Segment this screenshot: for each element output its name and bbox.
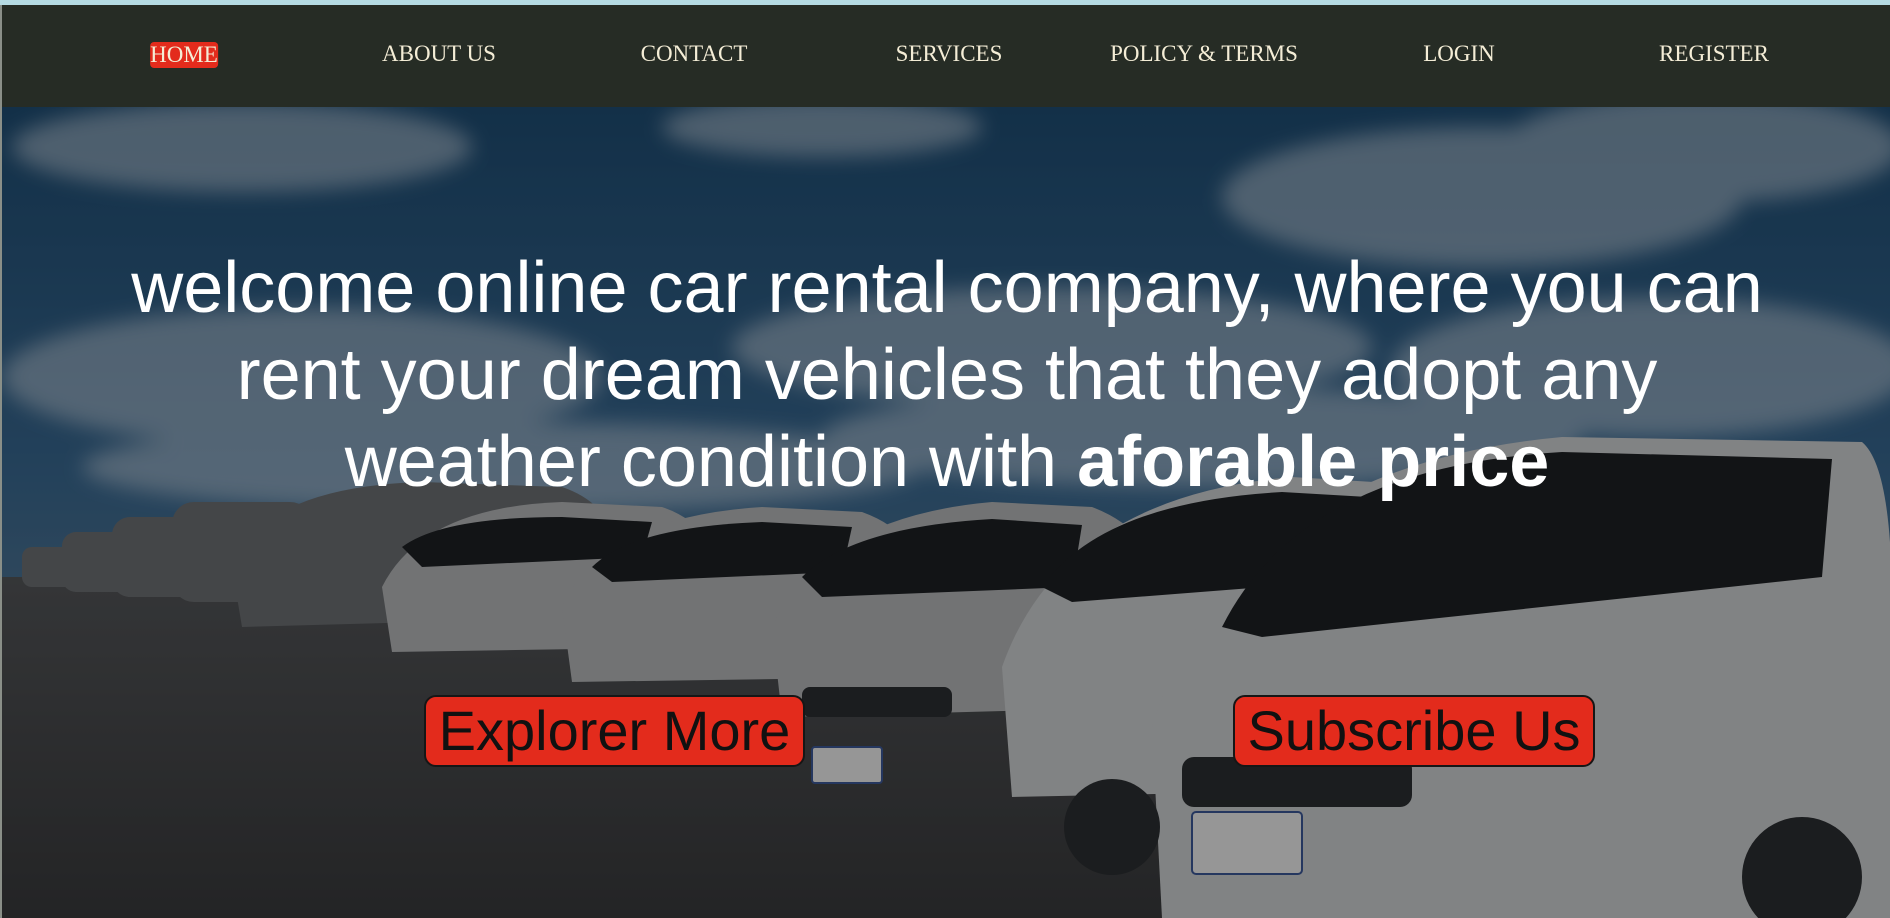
hero-heading: welcome online car rental company, where… [112,245,1782,506]
nav-home[interactable]: HOME [150,42,218,68]
nav-services[interactable]: SERVICES [896,42,1003,66]
hero-section: welcome online car rental company, where… [0,107,1890,918]
nav-policy-terms[interactable]: POLICY & TERMS [1110,42,1298,66]
nav-about-us[interactable]: ABOUT US [382,42,496,66]
subscribe-button[interactable]: Subscribe Us [1233,695,1595,767]
nav-login[interactable]: LOGIN [1423,42,1495,66]
explore-more-button[interactable]: Explorer More [424,695,805,767]
main-navbar: HOME ABOUT US CONTACT SERVICES POLICY & … [0,5,1890,107]
hero-background-image [2,107,1890,918]
nav-contact[interactable]: CONTACT [641,42,748,66]
nav-register[interactable]: REGISTER [1659,42,1769,66]
hero-heading-emphasis: aforable price [1077,422,1550,502]
